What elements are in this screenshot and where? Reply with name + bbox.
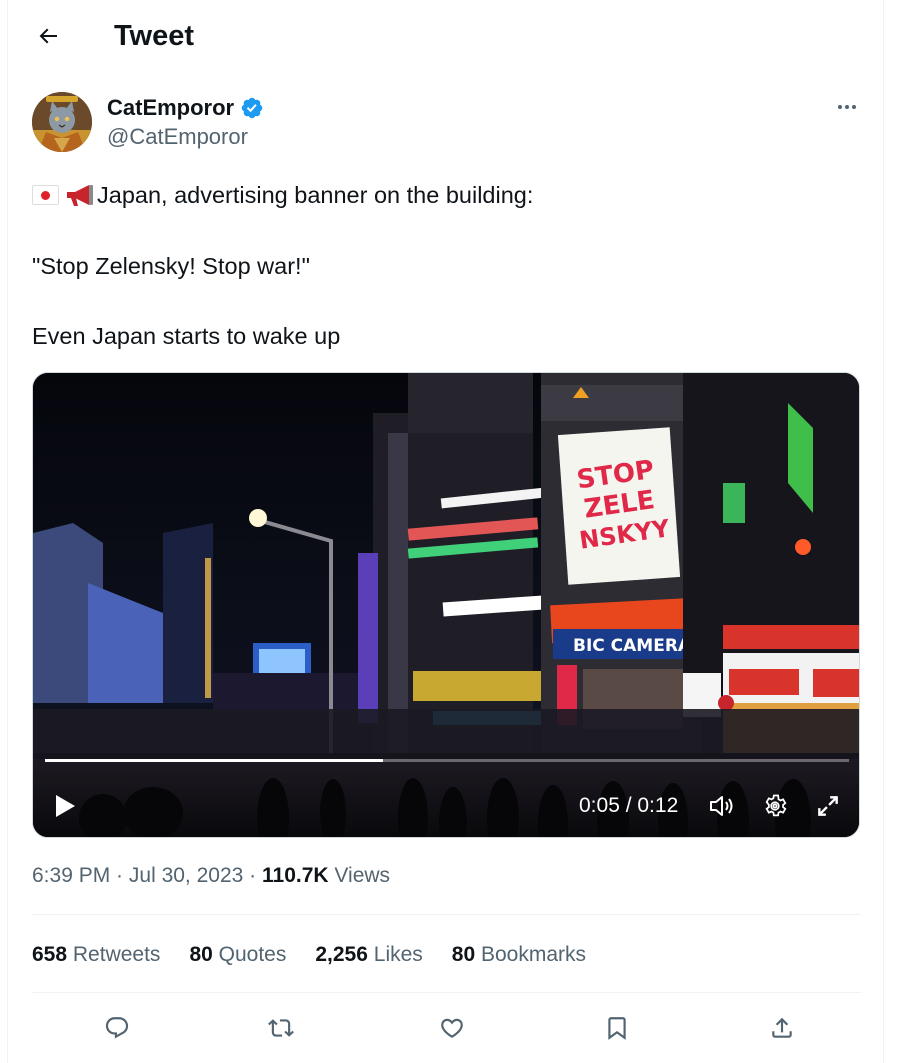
meta-separator: · (243, 864, 262, 887)
author-name-text: CatEmporor (107, 95, 235, 120)
likes-label: Likes (373, 943, 423, 966)
bookmark-icon (608, 1017, 626, 1040)
verified-badge-icon (241, 97, 263, 119)
tweet-actions (8, 1008, 885, 1048)
arrow-left-icon (39, 28, 57, 44)
video-progress-bar[interactable] (45, 759, 849, 762)
volume-icon (710, 796, 733, 816)
meta-separator: · (110, 864, 129, 887)
top-bar: Tweet (8, 0, 885, 72)
author-handle[interactable]: @CatEmporor (107, 123, 248, 151)
fullscreen-icon (818, 796, 838, 816)
retweets-count: 658 (32, 943, 68, 966)
retweet-button[interactable] (261, 1008, 301, 1048)
tweet-stats: 658 Retweets 80 Quotes 2,256 Likes 80 Bo… (32, 940, 615, 970)
author-name[interactable]: CatEmporor (107, 94, 264, 122)
avatar[interactable] (32, 92, 92, 152)
tweet-text-line-2: "Stop Zelensky! Stop war!" (32, 253, 310, 279)
like-icon (441, 1018, 463, 1038)
quotes-label: Quotes (218, 943, 287, 966)
tweet-page: Tweet CatEmporor @CatEmporor Japan, adve… (7, 0, 884, 1063)
volume-button[interactable] (705, 791, 739, 821)
fullscreen-button[interactable] (810, 791, 846, 821)
more-icon (838, 105, 856, 109)
share-button[interactable] (762, 1008, 802, 1048)
divider (32, 914, 861, 915)
views-label: Views (328, 864, 391, 887)
video-player[interactable]: STOP ZELE NSKYY BIC CAMERA 0:05 / 0:12 (32, 372, 860, 838)
japan-flag-icon (32, 185, 59, 205)
tweet-meta: 6:39 PM · Jul 30, 2023 · 110.7K Views (32, 862, 390, 890)
bookmark-button[interactable] (597, 1008, 637, 1048)
settings-button[interactable] (758, 791, 792, 821)
reply-icon (105, 1017, 129, 1039)
store-sign-text: BIC CAMERA (573, 636, 692, 656)
likes-stat[interactable]: 2,256 Likes (315, 943, 422, 967)
more-options-button[interactable] (830, 92, 864, 122)
play-button[interactable] (47, 791, 83, 821)
share-icon (772, 1017, 792, 1038)
video-progress-fill (45, 759, 383, 762)
tweet-text-1: Japan, advertising banner on the buildin… (97, 182, 534, 208)
avatar-image (32, 92, 92, 152)
views-count: 110.7K (262, 864, 329, 887)
tweet-time[interactable]: 6:39 PM (32, 864, 110, 887)
play-icon (56, 795, 75, 817)
tweet-text-line-1: Japan, advertising banner on the buildin… (32, 180, 533, 210)
video-frame: STOP ZELE NSKYY BIC CAMERA (33, 373, 859, 837)
retweets-stat[interactable]: 658 Retweets (32, 943, 160, 967)
reply-button[interactable] (97, 1008, 137, 1048)
like-button[interactable] (432, 1008, 472, 1048)
quotes-stat[interactable]: 80 Quotes (189, 943, 286, 967)
bookmarks-count: 80 (451, 943, 476, 966)
bookmarks-label: Bookmarks (481, 943, 587, 966)
megaphone-icon (67, 185, 93, 206)
page-title: Tweet (114, 20, 195, 52)
back-button[interactable] (30, 18, 66, 54)
settings-icon (765, 794, 787, 817)
video-timecode: 0:05 / 0:12 (579, 794, 679, 817)
tweet-text-line-3: Even Japan starts to wake up (32, 323, 341, 349)
bookmarks-stat[interactable]: 80 Bookmarks (452, 943, 586, 967)
divider (32, 992, 861, 993)
quotes-count: 80 (189, 943, 213, 966)
retweet-icon (268, 1019, 294, 1037)
tweet-date[interactable]: Jul 30, 2023 (129, 864, 243, 887)
retweets-label: Retweets (72, 943, 161, 966)
likes-count: 2,256 (315, 943, 368, 966)
